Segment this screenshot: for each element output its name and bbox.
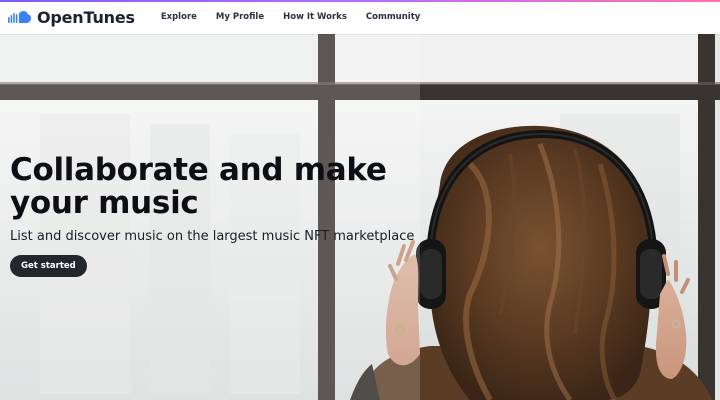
hero-subtitle: List and discover music on the largest m…: [10, 229, 415, 244]
top-accent-bar: [0, 0, 720, 2]
brand-name: OpenTunes: [37, 7, 135, 27]
hero-content: Collaborate and make your music List and…: [10, 154, 450, 277]
hero-section: Collaborate and make your music List and…: [0, 34, 720, 400]
brand-logo[interactable]: OpenTunes: [8, 0, 135, 34]
get-started-button[interactable]: Get started: [10, 255, 87, 277]
sound-wave-cloud-icon: [8, 11, 31, 23]
page: OpenTunes Explore My Profile How It Work…: [0, 0, 720, 400]
hero-title: Collaborate and make your music: [10, 152, 387, 221]
site-header: OpenTunes Explore My Profile How It Work…: [0, 0, 720, 34]
nav-item-how-it-works[interactable]: How It Works: [283, 12, 347, 22]
main-nav: Explore My Profile How It Works Communit…: [161, 0, 440, 34]
nav-item-explore[interactable]: Explore: [161, 12, 197, 22]
nav-item-community[interactable]: Community: [366, 12, 420, 22]
nav-item-my-profile[interactable]: My Profile: [216, 12, 264, 22]
